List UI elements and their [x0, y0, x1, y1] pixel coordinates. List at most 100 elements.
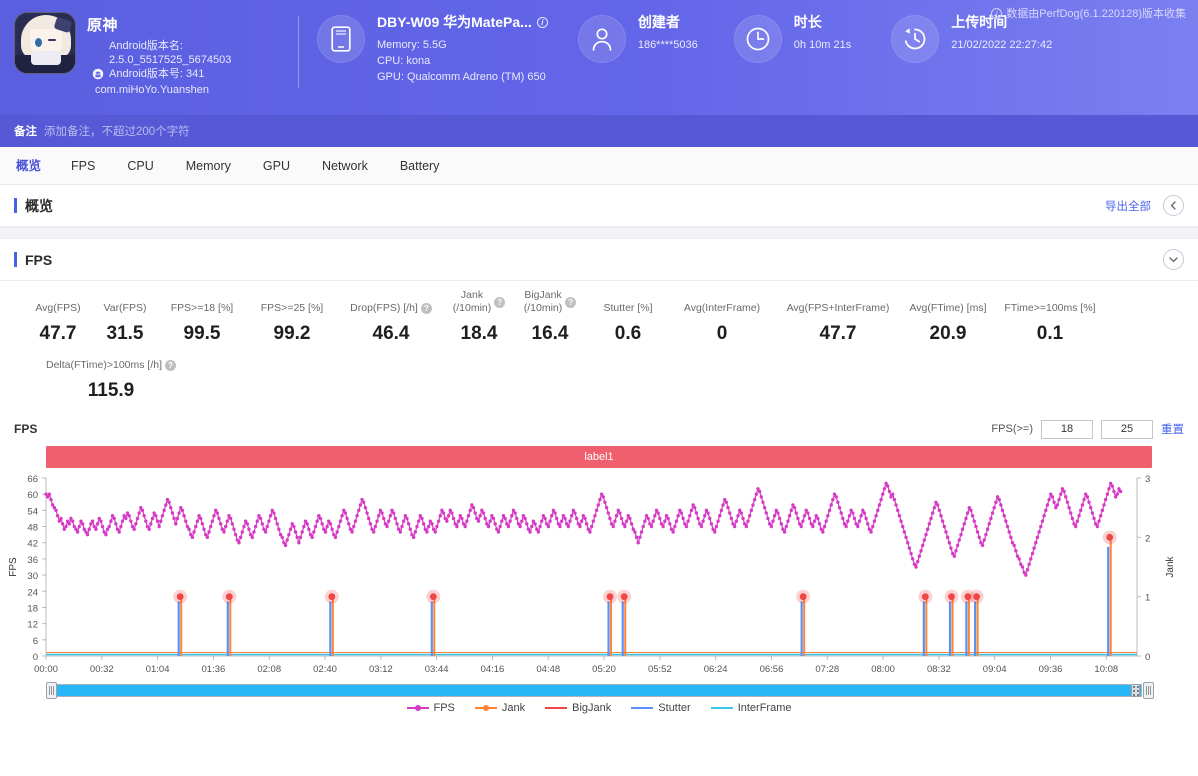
x-tick-label: 08:32: [927, 664, 951, 675]
metric-value: 99.2: [273, 323, 311, 344]
range-track[interactable]: [46, 684, 1142, 697]
metric-cell: FPS>=25 [%] 99.2: [246, 302, 338, 345]
duration-icon-circle: [733, 15, 782, 63]
fps-chart: FPS FPS(>=) 重置 label1 061218243036424854…: [0, 416, 1198, 714]
y-tick-label: 24: [27, 587, 38, 598]
tab-memory[interactable]: Memory: [170, 148, 247, 184]
bigjank-marker: [921, 593, 929, 601]
y-tick-label: 30: [27, 571, 38, 582]
metric-value: 20.9: [929, 323, 967, 344]
x-tick-label: 00:00: [34, 664, 58, 675]
legend-label: BigJank: [572, 702, 612, 714]
upload-time: 21/02/2022 22:27:42: [951, 39, 1053, 51]
fps-threshold-2-input[interactable]: [1101, 419, 1153, 439]
tab-cpu[interactable]: CPU: [111, 148, 169, 184]
metric-help-icon[interactable]: ?: [165, 360, 177, 371]
legend-label: Jank: [501, 702, 526, 714]
metric-label: Avg(FPS+InterFrame): [786, 302, 890, 314]
bigjank-marker: [620, 593, 628, 601]
y-tick-label: 42: [27, 539, 38, 550]
history-icon: [905, 28, 926, 50]
metric-cell: Avg(FTime) [ms] 20.9: [902, 302, 994, 345]
clock-icon: [746, 27, 770, 51]
report-header: i 数据由PerfDog(6.1.220128)版本收集 原神 Android版…: [0, 0, 1198, 115]
legend-item[interactable]: BigJank: [545, 702, 611, 714]
info-icon: i: [991, 7, 1003, 19]
device-icon-circle: [317, 15, 365, 63]
fps-markers: [44, 481, 1123, 577]
y-tick-label: 18: [27, 603, 38, 614]
y-tick-label: 66: [27, 474, 38, 485]
y-tick-label: 36: [27, 555, 38, 566]
metric-label: FTime>=100ms [%]: [1004, 302, 1096, 314]
tab-fps[interactable]: FPS: [55, 148, 111, 184]
remark-input[interactable]: 添加备注，不超过200个字符: [44, 123, 190, 139]
collapse-down-button[interactable]: [1163, 249, 1184, 270]
app-name: 原神: [87, 17, 119, 34]
collapse-left-button[interactable]: [1163, 195, 1184, 216]
range-grip[interactable]: [1131, 684, 1140, 697]
legend-item[interactable]: Stutter: [631, 702, 691, 714]
fps-threshold-1-input[interactable]: [1041, 419, 1093, 439]
duration-title: 时长: [793, 14, 822, 30]
chevron-down-icon: [1169, 257, 1178, 263]
y2-tick-label: 2: [1145, 533, 1150, 544]
chart-range-slider[interactable]: [46, 682, 1156, 699]
tab-gpu[interactable]: GPU: [247, 148, 306, 184]
creator-icon-circle: [577, 15, 626, 63]
tab-battery[interactable]: Battery: [384, 148, 456, 184]
legend-item[interactable]: Jank: [474, 702, 526, 714]
y2-tick-label: 0: [1145, 652, 1150, 663]
x-tick-label: 02:08: [257, 664, 281, 675]
chart-plot-area[interactable]: 0 6 12 18 24 30 36 42 48 54 60 66 FPS 0 1 2 3 Jank 00:00 00…: [0, 470, 1198, 680]
overview-section-header: 概览 导出全部: [0, 185, 1198, 227]
metric-value: 0: [716, 323, 728, 344]
phone-icon: [331, 26, 351, 52]
metric-label: BigJank (/10min)?: [514, 289, 586, 315]
x-tick-label: 10:08: [1094, 664, 1118, 675]
app-info-block: 原神 Android版本名: 2.5.0_5517525_5674503 And…: [14, 12, 292, 96]
x-tick-label: 02:40: [313, 664, 337, 675]
metric-help-icon[interactable]: ?: [565, 296, 577, 308]
chart-label-band[interactable]: label1: [46, 446, 1152, 468]
fps-section-header: FPS: [0, 239, 1198, 281]
metric-help-icon[interactable]: ?: [420, 303, 432, 314]
y-tick-label: 6: [33, 636, 38, 647]
metric-cell: Var(FPS) 31.5: [92, 302, 158, 345]
remark-label: 备注: [14, 126, 37, 138]
export-all-link[interactable]: 导出全部: [1105, 198, 1151, 214]
chart-svg: 0612182430364248546066FPS0123Jank00:00 00…: [8, 474, 1176, 675]
bigjank-marker: [429, 593, 437, 601]
metric-help-icon[interactable]: ?: [494, 296, 506, 308]
device-info-icon[interactable]: i: [536, 16, 548, 28]
x-tick-label: 01:04: [146, 664, 170, 675]
perfdog-report-page: i 数据由PerfDog(6.1.220128)版本收集 原神 Android版…: [0, 0, 1198, 776]
chart-title: FPS: [14, 422, 38, 436]
remark-bar[interactable]: 备注 添加备注，不超过200个字符: [0, 115, 1198, 147]
metric-cell: Delta(FTime)>100ms [/h]? 115.9: [16, 359, 206, 402]
range-handle-left[interactable]: [46, 682, 57, 699]
x-tick-label: 06:56: [760, 664, 784, 675]
range-handle-right[interactable]: [1143, 682, 1154, 699]
x-tick-label: 05:20: [592, 664, 616, 675]
metric-cell: Jank (/10min)? 18.4: [444, 289, 514, 345]
x-tick-label: 04:48: [536, 664, 560, 675]
chart-legend: FPS Jank BigJank Stutter InterFrame: [0, 702, 1198, 714]
legend-item[interactable]: FPS: [406, 702, 455, 714]
creator-phone: 186****5036: [637, 39, 698, 51]
y-tick-label: 60: [27, 490, 38, 501]
duration-info-block: 时长 0h 10m 21s: [733, 12, 851, 63]
metric-label: Avg(FTime) [ms]: [909, 302, 987, 314]
metric-label: Avg(FPS): [35, 302, 81, 314]
reset-link[interactable]: 重置: [1161, 421, 1184, 437]
upload-icon-circle: [891, 15, 940, 63]
tab-network[interactable]: Network: [306, 148, 384, 184]
legend-label: FPS: [433, 702, 455, 714]
legend-item[interactable]: InterFrame: [710, 702, 792, 714]
y-tick-label: 12: [27, 620, 38, 631]
tab-overview[interactable]: 概览: [14, 148, 55, 184]
metric-label: FPS>=25 [%]: [260, 302, 324, 314]
metric-cell: Stutter [%] 0.6: [586, 302, 670, 345]
main-tabbar: 概览 FPS CPU Memory GPU Network Battery: [0, 147, 1198, 185]
device-gpu: GPU: Qualcomm Adreno (TM) 650: [377, 71, 546, 83]
